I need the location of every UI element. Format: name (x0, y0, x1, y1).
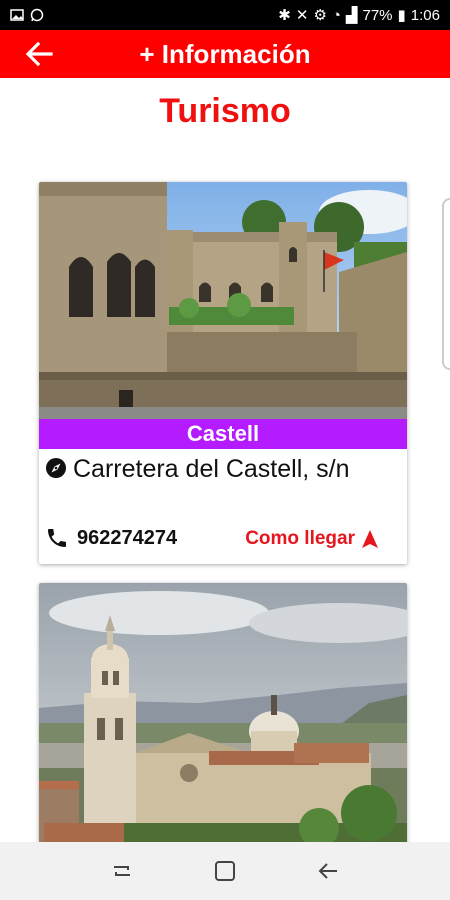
status-bar: ✱ ✕ ⚙ ◔ ▟ 77% ▮ 1:06 (0, 0, 450, 30)
phone-link[interactable]: 962274274 (45, 526, 177, 550)
navigation-arrow-icon (362, 530, 378, 548)
side-panel-handle[interactable] (442, 198, 450, 370)
home-icon (214, 861, 235, 881)
wifi-icon: ◔ (331, 6, 341, 24)
page-title: Turismo (159, 92, 291, 130)
mute-icon: ✕ (295, 7, 309, 24)
place-address: Carretera del Castell, s/n (45, 454, 401, 485)
back-icon (318, 863, 338, 879)
place-photo (39, 583, 407, 853)
back-button[interactable] (24, 40, 54, 68)
directions-label: Como llegar (245, 528, 355, 549)
recents-button[interactable] (108, 857, 136, 885)
system-icons: ✱ ✕ ⚙ ◔ ▟ 77% ▮ 1:06 (278, 6, 440, 25)
directions-button[interactable]: Como llegar (245, 528, 379, 550)
app-bar-title: + Información (139, 38, 311, 69)
arrow-left-icon (25, 41, 53, 67)
system-back-button[interactable] (314, 857, 342, 885)
gallery-icon (10, 9, 24, 21)
signal-icon: ▟ (345, 7, 358, 24)
screen: ✱ ✕ ⚙ ◔ ▟ 77% ▮ 1:06 + Información Turis… (0, 0, 450, 900)
notification-icons (10, 8, 44, 22)
clock: 1:06 (410, 6, 440, 24)
bluetooth-icon: ✱ (278, 7, 291, 24)
place-card[interactable]: Castell Carretera del Castell, s/n 96227… (39, 182, 407, 564)
place-card[interactable] (39, 583, 407, 853)
app-bar: + Información (0, 30, 450, 78)
compass-icon (46, 458, 66, 478)
whatsapp-icon (30, 8, 44, 22)
recents-icon (113, 866, 130, 876)
place-photo (39, 182, 407, 419)
church-photo (39, 583, 407, 853)
home-button[interactable] (211, 857, 239, 885)
place-name: Castell (39, 419, 407, 449)
settings-icon: ⚙ (313, 7, 327, 24)
system-navigation-bar (0, 842, 450, 900)
phone-icon (48, 529, 66, 547)
address-text: Carretera del Castell, s/n (73, 455, 350, 483)
battery-percent: 77% (362, 6, 393, 24)
battery-icon: ▮ (397, 7, 406, 24)
phone-number: 962274274 (77, 526, 178, 549)
castle-photo (39, 182, 407, 419)
